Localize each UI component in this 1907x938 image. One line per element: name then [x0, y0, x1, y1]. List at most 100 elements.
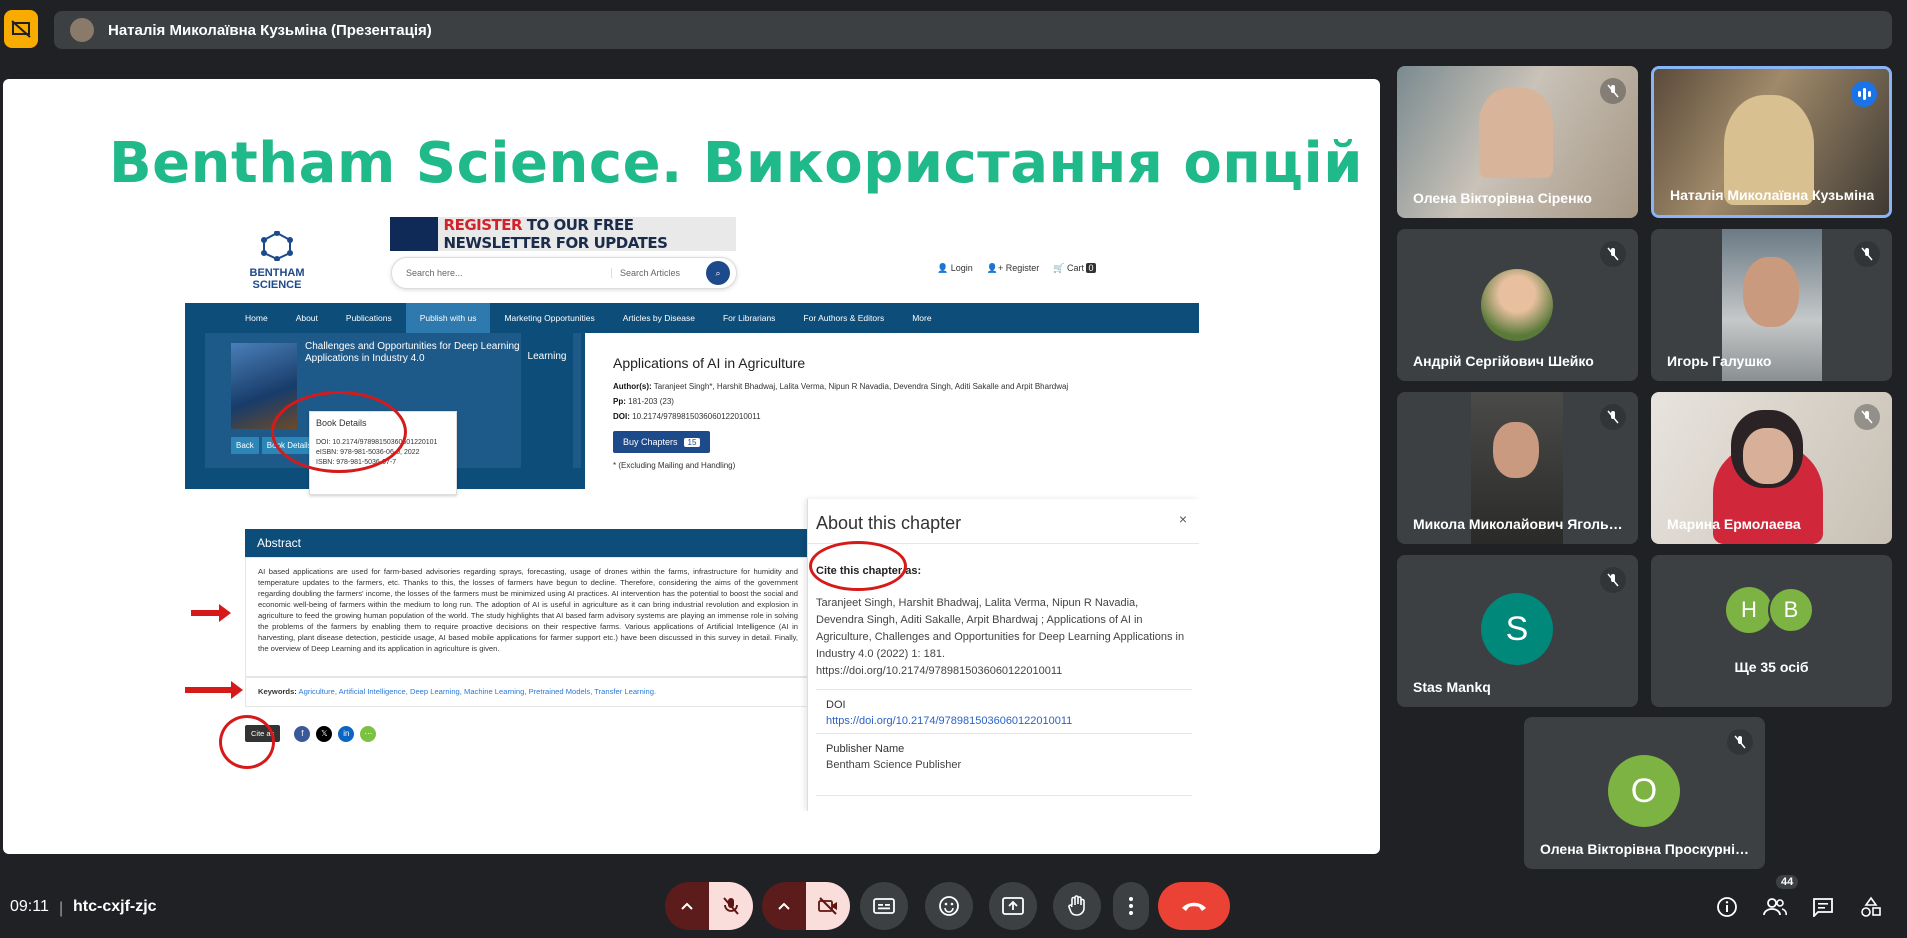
chat-button[interactable] [1810, 894, 1836, 920]
website-screenshot: BENTHAM SCIENCE REGISTER TO OUR FREE NEW… [185, 211, 1199, 811]
annotation-circle [219, 715, 275, 769]
article-title: Applications of AI in Agriculture [613, 355, 806, 371]
buy-chapters-button: Buy Chapters 15 [613, 431, 711, 453]
emoji-icon [939, 896, 959, 916]
annotation-arrow [191, 604, 231, 622]
newsletter-banner: REGISTER TO OUR FREE NEWSLETTER FOR UPDA… [390, 216, 736, 252]
presentation-slide: Bentham Science. Використання опцій BENT… [3, 79, 1380, 854]
abstract-text: AI based applications are used for farm-… [245, 557, 811, 677]
presentation-off-icon[interactable] [4, 10, 38, 48]
meeting-info-button[interactable] [1714, 894, 1740, 920]
more-options-button[interactable] [1113, 882, 1149, 930]
meeting-code: htc-cxjf-zjc [73, 898, 157, 915]
chat-icon [1813, 898, 1833, 917]
meeting-time: 09:11 [10, 898, 49, 915]
presenter-title: Наталія Миколаївна Кузьміна (Презентація… [108, 21, 432, 39]
x-icon: 𝕏 [316, 725, 333, 742]
avatar [1481, 269, 1553, 341]
excluding-note: * (Excluding Mailing and Handling) [613, 461, 736, 470]
share-icon: ⋯ [360, 725, 377, 742]
avatar: O [1608, 755, 1680, 827]
people-icon [1763, 898, 1787, 916]
participant-tile[interactable]: S Stas Mankq [1397, 555, 1638, 707]
participant-tile[interactable]: Марина Ермолаева [1651, 392, 1892, 544]
divider: | [59, 900, 64, 917]
participant-name: Микола Миколайович Яголь… [1413, 516, 1623, 532]
participant-name: Марина Ермолаева [1667, 516, 1801, 532]
linkedin-icon: in [338, 725, 355, 742]
raise-hand-button[interactable] [1053, 882, 1101, 930]
participant-tile[interactable]: Наталія Миколаївна Кузьміна [1651, 66, 1892, 218]
nav-item: For Librarians [722, 313, 776, 323]
video-options-button[interactable] [762, 882, 806, 930]
captions-icon [873, 898, 895, 914]
search-scope: Search Articles [620, 268, 681, 278]
participant-tile[interactable]: Игорь Галушко [1651, 229, 1892, 381]
hang-up-icon [1182, 902, 1206, 911]
slide-title: Bentham Science. Використання опцій [109, 131, 1363, 196]
avatar: B [1768, 587, 1814, 633]
register-link: 👤+ Register [986, 263, 1040, 273]
nav-item: Marketing Opportunities [504, 313, 595, 323]
present-button[interactable] [989, 882, 1037, 930]
search-input: Search here... [392, 268, 612, 278]
more-participants-tile[interactable]: H B Ще 35 осіб [1651, 555, 1892, 707]
logo-text: SCIENCE [252, 279, 302, 291]
site-nav: Home About Publications Publish with us … [185, 303, 1199, 333]
panel-title: About this chapter [816, 513, 962, 533]
abstract-heading: Abstract [245, 529, 811, 557]
citation-text: Taranjeet Singh, Harshit Bhadwaj, Lalita… [816, 597, 1185, 677]
doi-link: https://doi.org/10.2174/9789815036060122… [826, 715, 1073, 727]
search-icon: ⌕ [706, 261, 730, 285]
site-search: Search here... Search Articles ⌕ [391, 257, 737, 289]
nav-item: More [912, 313, 932, 323]
participant-name: Игорь Галушко [1667, 353, 1772, 369]
annotation-circle [271, 391, 407, 473]
activities-button[interactable] [1858, 894, 1884, 920]
publisher-name: Bentham Science Publisher [826, 759, 962, 771]
end-call-button[interactable] [1158, 882, 1230, 930]
mic-off-icon [1854, 404, 1880, 430]
activities-icon [1861, 896, 1881, 917]
avatar: H [1726, 587, 1772, 633]
captions-button[interactable] [860, 882, 908, 930]
participant-video [1493, 422, 1539, 478]
camera-toggle-button[interactable] [806, 882, 850, 930]
participant-name: Олена Вікторівна Сіренко [1413, 190, 1592, 206]
article-meta: Author(s): Taranjeet Singh*, Harshit Bha… [613, 382, 1069, 421]
participant-tile[interactable]: Андрій Сергійович Шейко [1397, 229, 1638, 381]
annotation-circle [809, 541, 907, 591]
audio-options-button[interactable] [665, 882, 709, 930]
book-title: Challenges and Opportunities for Deep Le… [305, 341, 520, 364]
mic-off-icon [1600, 404, 1626, 430]
nav-item: For Authors & Editors [803, 313, 885, 323]
nav-item: Publish with us [405, 303, 491, 333]
nav-item: About [295, 313, 318, 323]
mic-toggle-button[interactable] [709, 882, 753, 930]
avatar: S [1481, 593, 1553, 665]
mic-off-icon [1727, 729, 1753, 755]
mic-off-icon [1600, 78, 1626, 104]
participants-count-badge: 44 [1776, 875, 1799, 889]
doi-label: DOI [826, 699, 846, 711]
present-screen-icon [1002, 897, 1024, 915]
close-icon: × [1178, 511, 1187, 527]
publisher-label: Publisher Name [826, 743, 905, 755]
mic-off-icon [1854, 241, 1880, 267]
bentham-logo: BENTHAM SCIENCE [247, 230, 307, 291]
hand-icon [1068, 895, 1085, 916]
participant-tile[interactable]: O Олена Вікторівна Проскурні… [1524, 717, 1765, 869]
presentation-bar: Наталія Миколаївна Кузьміна (Презентація… [54, 11, 1892, 49]
login-link: 👤 Login [937, 263, 973, 273]
camera-off-icon [818, 897, 837, 915]
participant-video [1479, 88, 1553, 178]
participant-tile[interactable]: Микола Миколайович Яголь… [1397, 392, 1638, 544]
reactions-button[interactable] [925, 882, 973, 930]
mic-off-icon [1600, 241, 1626, 267]
people-button[interactable] [1762, 894, 1788, 920]
participant-tile[interactable]: Олена Вікторівна Сіренко [1397, 66, 1638, 218]
participant-video [1743, 257, 1799, 327]
avatar [70, 18, 94, 42]
participant-name: Олена Вікторівна Проскурні… [1540, 841, 1750, 857]
nav-item: Publications [345, 313, 392, 323]
